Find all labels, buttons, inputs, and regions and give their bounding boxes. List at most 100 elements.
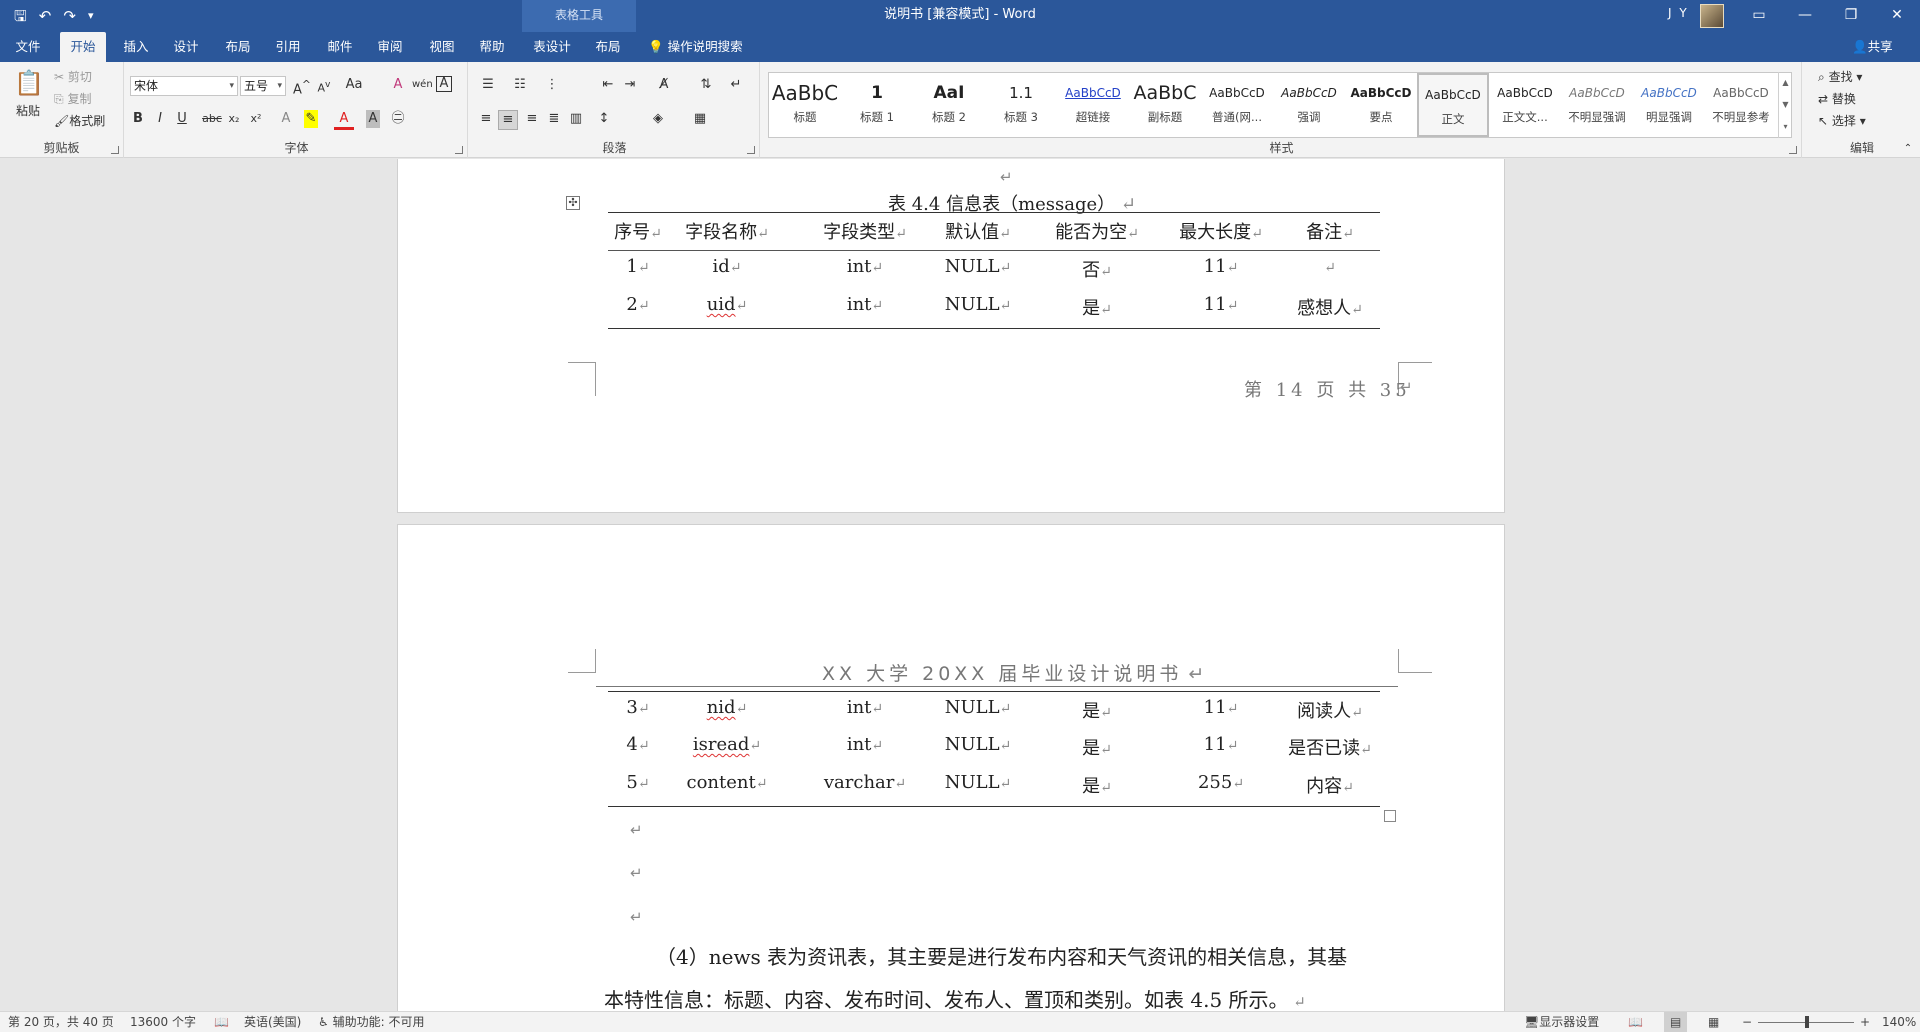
style-title[interactable]: AaBbC 标题 [769, 73, 841, 137]
tab-insert[interactable]: 插入 [116, 32, 156, 62]
tab-help[interactable]: 帮助 [472, 32, 512, 62]
print-layout-icon[interactable]: ▤ [1664, 1012, 1688, 1032]
undo-icon[interactable]: ↶ [39, 6, 52, 26]
page-footer[interactable]: 第 14 页 共 35 [1244, 376, 1411, 402]
table-cell[interactable]: NULL↵ [924, 697, 1032, 718]
word-count[interactable]: 13600 个字 [130, 1012, 196, 1032]
table-header-cell[interactable]: 能否为空↵ [1032, 218, 1162, 244]
chinese-layout-icon[interactable]: A̸ [654, 76, 674, 94]
phonetic-guide-icon[interactable]: wén [412, 76, 433, 94]
body-paragraph-line[interactable]: 本特性信息：标题、内容、发布时间、发布人、置顶和类别。如表 4.5 所示。 ↵ [604, 984, 1306, 1011]
decrease-indent-icon[interactable]: ⇤ [598, 76, 618, 94]
table-cell[interactable]: uid↵ [668, 294, 786, 315]
change-case-icon[interactable]: Aa [344, 76, 364, 94]
body-paragraph-line[interactable]: （4）news 表为资讯表，其主要是进行发布内容和天气资讯的相关信息，其基 [656, 941, 1347, 970]
font-size-select[interactable]: 五号 ▾ [240, 76, 286, 96]
clear-formatting-icon[interactable]: A [388, 76, 408, 94]
styles-gallery-scroll[interactable]: ▲ ▼ ▾ [1778, 72, 1792, 138]
table-cell[interactable]: 是↵ [1032, 734, 1162, 760]
collapse-ribbon-icon[interactable]: ⌃ [1898, 140, 1918, 158]
numbering-icon[interactable]: ☷ [510, 76, 530, 94]
tab-layout[interactable]: 布局 [218, 32, 258, 62]
subscript-icon[interactable]: x₂ [224, 110, 244, 128]
clipboard-launcher-icon[interactable] [111, 146, 119, 154]
align-center-icon[interactable]: ≡ [498, 110, 518, 130]
tab-view[interactable]: 视图 [422, 32, 462, 62]
table-cell[interactable]: NULL↵ [924, 256, 1032, 277]
table-header-cell[interactable]: 字段名称↵ [668, 218, 786, 244]
character-border-icon[interactable]: A [436, 76, 452, 92]
borders-icon[interactable]: ▦ [690, 110, 710, 128]
highlight-icon[interactable]: ✎ [304, 110, 318, 128]
align-left-icon[interactable]: ≡ [476, 110, 496, 128]
sort-icon[interactable]: ⇅ [696, 76, 716, 94]
page[interactable]: ↵ 表 4.4 信息表（message） ↵ ✣ 序号↵ 字段名称↵ 字段类型↵… [397, 159, 1505, 513]
align-right-icon[interactable]: ≡ [522, 110, 542, 128]
tab-home[interactable]: 开始 [60, 32, 106, 62]
underline-icon[interactable]: U [172, 110, 192, 128]
text-effects-icon[interactable]: A [276, 110, 296, 128]
table-cell[interactable]: 11↵ [1162, 697, 1280, 718]
table-cell[interactable]: isread↵ [668, 734, 786, 755]
page-header[interactable]: XX 大学 20XX 届毕业设计说明书 ↵ [822, 659, 1204, 686]
table-cell[interactable]: int↵ [806, 697, 924, 718]
proofing-icon[interactable]: 📖 [214, 1012, 229, 1032]
enclose-characters-icon[interactable]: ㊁ [388, 110, 408, 128]
redo-icon[interactable]: ↷ [63, 6, 76, 26]
table-cell[interactable]: 3↵ [608, 697, 668, 718]
bullets-icon[interactable]: ☰ [478, 76, 498, 94]
styles-launcher-icon[interactable] [1789, 146, 1797, 154]
tab-file[interactable]: 文件 [8, 32, 48, 62]
table-cell[interactable]: int↵ [806, 734, 924, 755]
table-cell[interactable]: int↵ [806, 294, 924, 315]
read-mode-icon[interactable]: 📖 [1628, 1012, 1643, 1032]
character-shading-icon[interactable]: A [366, 110, 380, 128]
table-cell[interactable]: 是↵ [1032, 294, 1162, 320]
increase-indent-icon[interactable]: ⇥ [620, 76, 640, 94]
web-layout-icon[interactable]: ▦ [1708, 1012, 1719, 1032]
chevron-down-icon[interactable]: ▼ [1779, 94, 1792, 116]
multilevel-list-icon[interactable]: ⋮ [542, 76, 562, 94]
table-cell[interactable]: 11↵ [1162, 734, 1280, 755]
style-heading-1[interactable]: 1 标题 1 [841, 73, 913, 137]
paste-button[interactable]: 粘贴 [16, 102, 40, 120]
table-cell[interactable]: int↵ [806, 256, 924, 277]
find-button[interactable]: ⌕ 查找 ▾ [1818, 68, 1862, 86]
ribbon-display-options-icon[interactable]: ▭ [1736, 0, 1782, 32]
style-normal-web[interactable]: AaBbCcD 普通(网... [1201, 73, 1273, 137]
table-cell[interactable]: 4↵ [608, 734, 668, 755]
table-cell[interactable]: NULL↵ [924, 734, 1032, 755]
page-count[interactable]: 第 20 页，共 40 页 [8, 1012, 114, 1032]
table-header-cell[interactable]: 字段类型↵ [806, 218, 924, 244]
table-cell[interactable]: 1↵ [608, 256, 668, 277]
font-color-icon[interactable]: A [334, 110, 354, 130]
table-cell[interactable]: 5↵ [608, 772, 668, 793]
page[interactable]: XX 大学 20XX 届毕业设计说明书 ↵ 3↵ nid↵ int↵ NULL↵… [397, 524, 1505, 1011]
table-cell[interactable]: 是否已读↵ [1270, 734, 1390, 760]
style-heading-3[interactable]: 1.1 标题 3 [985, 73, 1057, 137]
save-icon[interactable]: 🖫 [14, 6, 27, 26]
user-name[interactable]: J Y [1668, 6, 1689, 20]
table-header-cell[interactable]: 序号↵ [608, 218, 668, 244]
table-cell[interactable]: content↵ [668, 772, 786, 793]
tab-design[interactable]: 设计 [166, 32, 206, 62]
paragraph-launcher-icon[interactable] [747, 146, 755, 154]
style-subtle-emphasis[interactable]: AaBbCcD 不明显强调 [1561, 73, 1633, 137]
font-family-select[interactable]: 宋体 ▾ [130, 76, 238, 96]
accessibility-status[interactable]: ♿ 辅助功能: 不可用 [318, 1012, 424, 1032]
table-cell[interactable]: NULL↵ [924, 294, 1032, 315]
restore-button[interactable]: ❐ [1828, 0, 1874, 32]
tell-me-search[interactable]: 💡 操作说明搜索 [648, 32, 743, 62]
format-painter-button[interactable]: 🖌格式刷 [54, 112, 105, 130]
style-intense-emphasis[interactable]: AaBbCcD 明显强调 [1633, 73, 1705, 137]
zoom-out-icon[interactable]: − [1742, 1012, 1752, 1032]
table-cell[interactable]: 是↵ [1032, 697, 1162, 723]
style-emphasis[interactable]: AaBbCcD 强调 [1273, 73, 1345, 137]
replace-button[interactable]: ⇄ 替换 [1818, 90, 1856, 108]
zoom-in-icon[interactable]: + [1860, 1012, 1870, 1032]
table-header-cell[interactable]: 最大长度↵ [1162, 218, 1280, 244]
gallery-more-icon[interactable]: ▾ [1779, 116, 1792, 138]
tab-references[interactable]: 引用 [268, 32, 308, 62]
paste-icon[interactable]: 📋 [14, 68, 44, 98]
style-heading-2[interactable]: AaI 标题 2 [913, 73, 985, 137]
